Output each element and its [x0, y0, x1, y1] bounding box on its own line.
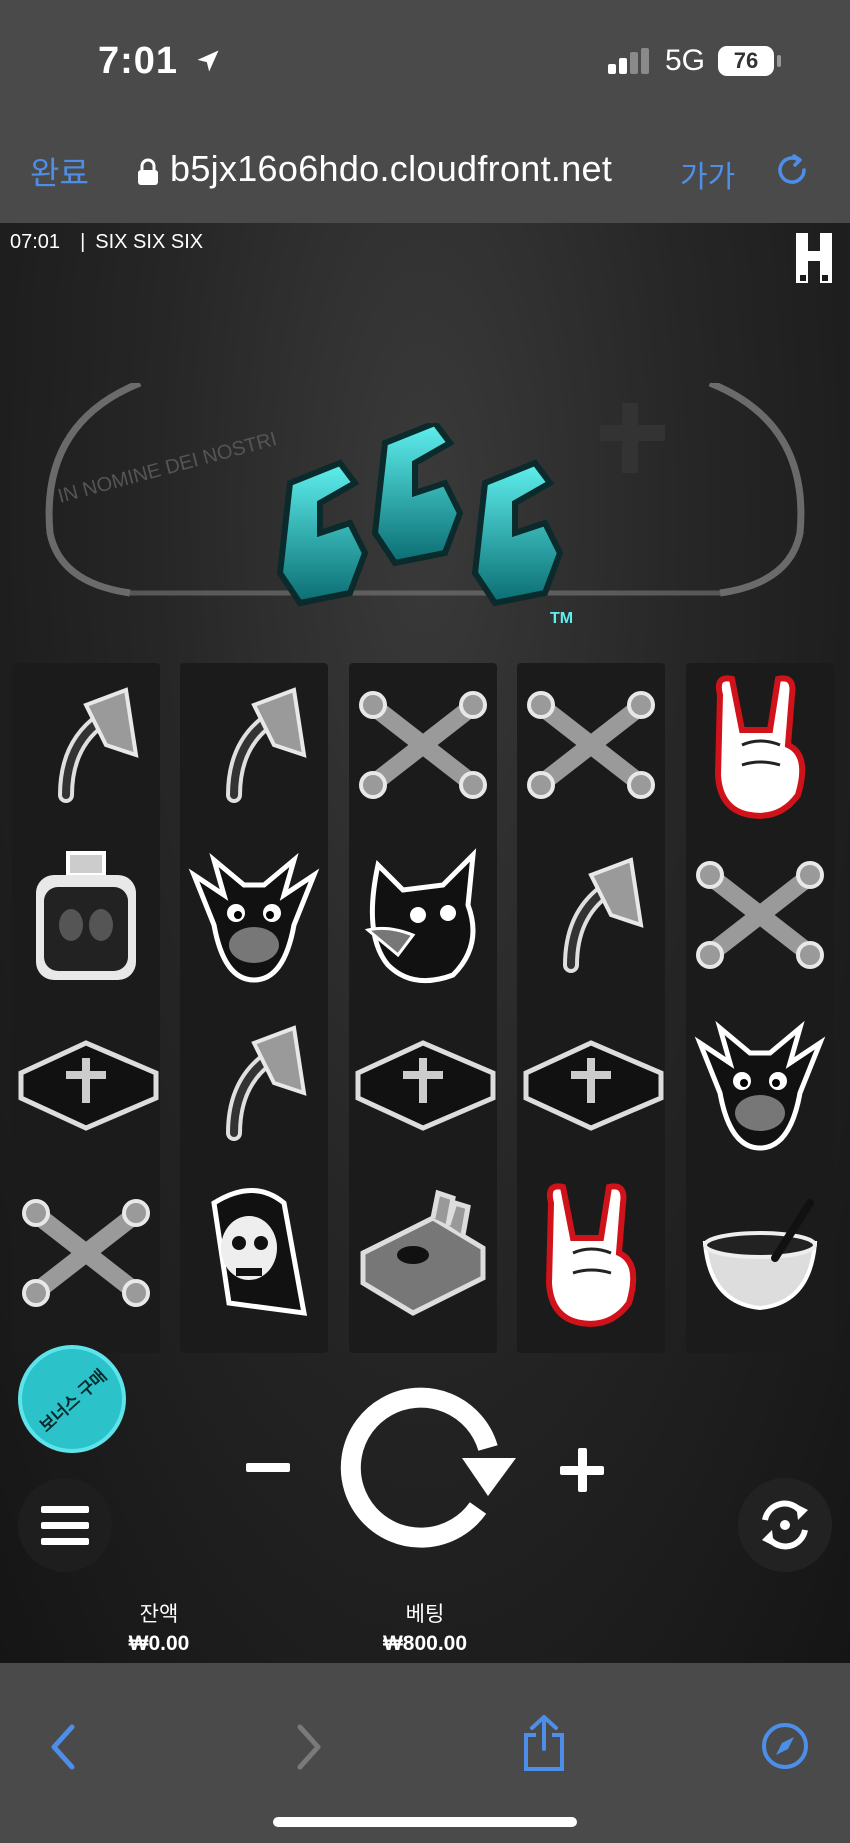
status-bar: 7:01 5G 76	[0, 0, 850, 130]
inverted-cross-book-symbol-icon	[355, 1040, 496, 1131]
crossed-bones-symbol-icon	[527, 691, 655, 799]
bonus-buy-label: 보너스 구매	[36, 1366, 111, 1436]
crossed-bones-symbol-icon	[22, 1199, 150, 1307]
browser-toolbar	[0, 1663, 850, 1843]
menu-button[interactable]	[18, 1478, 112, 1572]
rock-hand-symbol-icon	[714, 675, 806, 819]
reload-icon[interactable]	[772, 150, 812, 190]
goat-head-symbol-icon	[188, 852, 320, 983]
status-time: 7:01	[98, 40, 222, 83]
cigarette-pack-symbol-icon	[360, 1189, 486, 1316]
increase-bet-button[interactable]	[560, 1448, 604, 1492]
crossed-bones-symbol-icon	[696, 861, 824, 969]
axe-symbol-icon	[58, 687, 139, 803]
share-icon[interactable]	[520, 1713, 568, 1773]
compass-icon[interactable]	[760, 1721, 810, 1771]
inverted-cross-book-symbol-icon	[523, 1040, 664, 1131]
location-arrow-icon	[197, 50, 219, 72]
forward-icon[interactable]	[294, 1723, 324, 1771]
hacksaw-logo-icon	[796, 233, 832, 283]
autoplay-button-icon[interactable]	[738, 1478, 832, 1572]
game-canvas: 07:01 | SIX SIX SIX IN NOMINE DEI NOSTRI T…	[0, 223, 850, 1663]
svg-text:TM: TM	[550, 610, 573, 627]
axe-symbol-icon	[563, 857, 644, 973]
bet-value: ₩800.00	[382, 1632, 468, 1655]
spin-button-icon[interactable]	[338, 1378, 518, 1558]
reel-grid	[12, 663, 842, 1353]
battery-indicator: 76	[718, 46, 774, 76]
bet-label: 베팅	[405, 1603, 445, 1626]
rock-hand-symbol-icon	[545, 1183, 637, 1327]
potion-bowl-symbol-icon	[702, 1199, 818, 1311]
lock-icon	[138, 158, 158, 185]
crossed-bones-symbol-icon	[359, 691, 487, 799]
hud-separator: |	[80, 231, 86, 253]
balance-display: 잔액 ₩0.00	[100, 1598, 218, 1656]
battery-tip	[777, 55, 781, 67]
axe-symbol-icon	[226, 687, 307, 803]
potion-bottle-symbol-icon	[36, 851, 136, 980]
balance-label: 잔액	[139, 1603, 179, 1626]
grim-reaper-symbol-icon	[211, 1188, 308, 1316]
game-clock: 07:01	[10, 231, 61, 253]
back-icon[interactable]	[48, 1723, 78, 1771]
bonus-buy-button[interactable]: 보너스 구매	[18, 1345, 126, 1453]
network-type: 5G	[665, 44, 706, 77]
six-six-six-logo: TM	[276, 423, 573, 627]
text-size-button[interactable]: 가가	[680, 152, 735, 196]
axe-symbol-icon	[226, 1025, 307, 1141]
game-hud: 07:01 | SIX SIX SIX	[10, 231, 203, 254]
done-button[interactable]: 완료	[30, 148, 89, 194]
arch-inscription: IN NOMINE DEI NOSTRI	[56, 428, 280, 508]
home-indicator	[273, 1817, 577, 1827]
inverted-cross-book-symbol-icon	[18, 1040, 159, 1131]
goat-head-symbol-icon	[694, 1020, 826, 1151]
address-bar: 완료 b5jx16o6hdo.cloudfront.net 가가	[0, 130, 850, 223]
wolf-head-symbol-icon	[364, 848, 477, 984]
bet-display: 베팅 ₩800.00	[360, 1598, 490, 1656]
game-title: SIX SIX SIX	[95, 231, 204, 253]
balance-value: ₩0.00	[128, 1632, 190, 1655]
url-field[interactable]: b5jx16o6hdo.cloudfront.net	[170, 148, 612, 190]
decrease-bet-button[interactable]	[246, 1463, 290, 1472]
